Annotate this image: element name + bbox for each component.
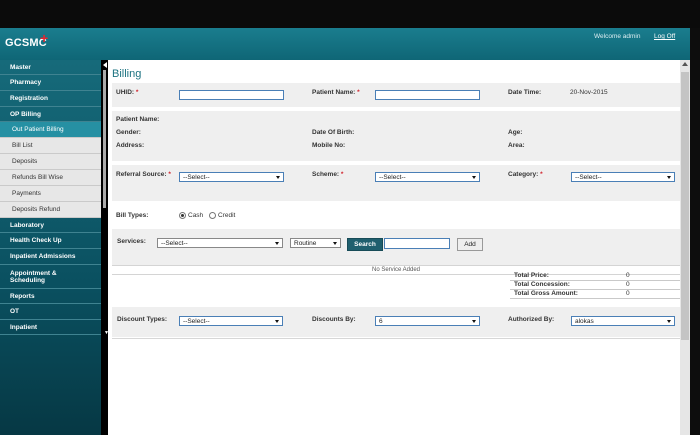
chevron-down-icon	[275, 320, 279, 323]
nav-appointment-line1: Appointment &	[10, 269, 57, 277]
info-mobile-label: Mobile No:	[312, 142, 346, 149]
category-select[interactable]: --Select--	[571, 172, 675, 182]
info-address-label: Address:	[116, 142, 145, 149]
priority-select[interactable]: Routine	[290, 238, 341, 248]
credit-radio-label: Credit	[218, 212, 236, 219]
logoff-link[interactable]: Log Off	[654, 33, 675, 40]
discount-types-value: --Select--	[183, 317, 210, 325]
divider	[112, 338, 680, 339]
totals-table: Total Price: 0 Total Concession: 0 Total…	[510, 272, 680, 299]
total-concession-value: 0	[626, 281, 630, 288]
page-scrollbar-thumb[interactable]	[681, 72, 689, 340]
cash-radio[interactable]	[179, 212, 186, 219]
sidebar: Master Pharmacy Registration OP Billing …	[0, 60, 101, 435]
add-button[interactable]: Add	[457, 238, 483, 251]
totals-row: Total Gross Amount: 0	[510, 290, 680, 299]
nav-reports[interactable]: Reports	[0, 289, 101, 304]
discount-types-label: Discount Types:	[117, 316, 168, 323]
scheme-value: --Select--	[379, 173, 406, 181]
nav-sub-deposits[interactable]: Deposits	[0, 154, 101, 170]
uhid-label: UHID: *	[116, 89, 139, 96]
nav-inpatient-admissions[interactable]: Inpatient Admissions	[0, 249, 101, 265]
cash-radio-label: Cash	[188, 212, 204, 219]
referral-source-label: Referral Source: *	[116, 171, 171, 178]
patient-name-label: Patient Name: *	[312, 89, 360, 96]
search-button[interactable]: Search	[347, 238, 383, 251]
total-gross-amount-value: 0	[626, 290, 630, 297]
info-gender-label: Gender:	[116, 129, 141, 136]
chevron-down-icon	[472, 320, 476, 323]
patient-name-input[interactable]	[375, 90, 480, 100]
nav-health-check-up[interactable]: Health Check Up	[0, 233, 101, 249]
chevron-down-icon	[667, 176, 671, 179]
nav-appointment-line2: Scheduling	[10, 276, 46, 284]
window-right-frame	[690, 28, 700, 435]
patient-info-band	[112, 111, 680, 161]
category-value: --Select--	[575, 173, 602, 181]
total-price-value: 0	[626, 272, 630, 279]
credit-radio[interactable]	[209, 212, 216, 219]
scroll-up-icon[interactable]	[682, 62, 688, 66]
total-concession-label: Total Concession:	[514, 281, 570, 288]
medical-cross-icon: +	[40, 30, 49, 46]
info-patient-name-label: Patient Name:	[116, 116, 160, 123]
nav-op-billing[interactable]: OP Billing	[0, 107, 101, 122]
service-search-input[interactable]	[384, 238, 450, 249]
app-header: GCSMC + Welcome admin Log Off	[0, 28, 690, 60]
nav-sub-bill-list[interactable]: Bill List	[0, 138, 101, 154]
nav-appointment-scheduling[interactable]: Appointment & Scheduling	[0, 265, 101, 289]
scheme-label: Scheme: *	[312, 171, 344, 178]
totals-row: Total Price: 0	[510, 272, 680, 281]
services-select[interactable]: --Select--	[157, 238, 283, 248]
authorized-by-select[interactable]: alokas	[571, 316, 675, 326]
totals-row: Total Concession: 0	[510, 281, 680, 290]
category-label: Category: *	[508, 171, 543, 178]
services-label: Services:	[117, 238, 146, 245]
nav-laboratory[interactable]: Laboratory	[0, 218, 101, 233]
discount-types-select[interactable]: --Select--	[179, 316, 283, 326]
priority-value: Routine	[294, 239, 317, 247]
discounts-by-value: 6	[379, 317, 383, 325]
nav-master[interactable]: Master	[0, 60, 101, 75]
authorized-by-value: alokas	[575, 317, 594, 325]
info-area-label: Area:	[508, 142, 525, 149]
nav-ot[interactable]: OT	[0, 304, 101, 320]
chevron-down-icon	[667, 320, 671, 323]
nav-inpatient[interactable]: Inpatient	[0, 320, 101, 335]
sidebar-scrollbar[interactable]	[103, 70, 106, 208]
chevron-down-icon	[275, 242, 279, 245]
nav-sub-refunds-bill-wise[interactable]: Refunds Bill Wise	[0, 170, 101, 186]
nav-sub-payments[interactable]: Payments	[0, 186, 101, 202]
chevron-down-icon	[472, 176, 476, 179]
info-age-label: Age:	[508, 129, 523, 136]
date-time-value: 20-Nov-2015	[570, 89, 608, 96]
chevron-down-icon	[276, 176, 280, 179]
info-dob-label: Date Of Birth:	[312, 129, 355, 136]
discounts-by-select[interactable]: 6	[375, 316, 480, 326]
authorized-by-label: Authorized By:	[508, 316, 555, 323]
total-price-label: Total Price:	[514, 272, 549, 279]
scheme-select[interactable]: --Select--	[375, 172, 480, 182]
referral-source-select[interactable]: --Select--	[179, 172, 284, 182]
chevron-down-icon	[333, 242, 337, 245]
nav-sub-out-patient-billing[interactable]: Out Patient Billing	[0, 122, 101, 138]
referral-source-value: --Select--	[183, 173, 210, 181]
referral-band	[112, 165, 680, 201]
date-time-label: Date Time:	[508, 89, 542, 96]
nav-pharmacy[interactable]: Pharmacy	[0, 75, 101, 91]
total-gross-amount-label: Total Gross Amount:	[514, 290, 578, 297]
discounts-by-label: Discounts By:	[312, 316, 356, 323]
bill-types-label: Bill Types:	[116, 212, 149, 219]
uhid-input[interactable]	[179, 90, 284, 100]
collapse-sidebar-icon[interactable]	[103, 62, 107, 68]
page-title: Billing	[112, 68, 142, 80]
welcome-text: Welcome admin	[594, 33, 641, 40]
nav-sub-deposits-refund[interactable]: Deposits Refund	[0, 202, 101, 218]
services-value: --Select--	[161, 239, 188, 247]
nav-registration[interactable]: Registration	[0, 91, 101, 107]
